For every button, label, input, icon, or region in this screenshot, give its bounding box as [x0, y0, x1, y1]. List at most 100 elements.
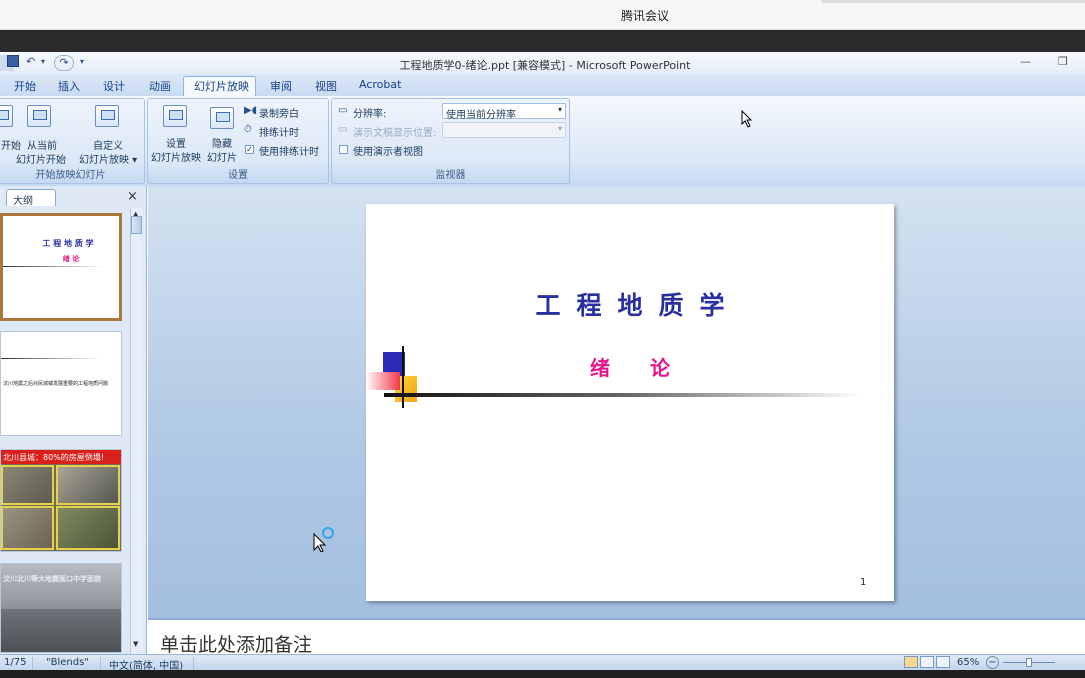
slide-subtitle[interactable]: 绪论	[366, 352, 894, 381]
earthquake-photo	[1, 465, 54, 505]
group-setup: 设置 幻灯片放映 隐藏 幻灯片 ▶◖ 录制旁白 ⏱ 排练计时 ✓ 使用排练计时 …	[147, 98, 329, 184]
group-start-slide-show: 开始 从当前 幻灯片开始 自定义 幻灯片放映 ▾ 开始放映幻灯片	[0, 98, 145, 184]
record-narration-button[interactable]: 录制旁白	[259, 105, 299, 120]
zoom-slider-knob[interactable]	[1026, 658, 1032, 667]
ribbon-tab-bar: 开始 插入 设计 动画 幻灯片放映 审阅 视图 Acrobat	[0, 74, 1085, 97]
zoom-out-button[interactable]: −	[986, 656, 999, 669]
custom-slideshow-icon	[95, 105, 119, 127]
close-icon[interactable]: ×	[127, 189, 138, 204]
slide-thumbnail-2[interactable]: 汶川地震之后对民城镇发展重要的工程地质问题	[0, 331, 122, 436]
thumb-1-rule	[3, 266, 103, 267]
hide-slide-icon	[210, 107, 234, 129]
resolution-label: 分辨率:	[353, 109, 387, 120]
slide-thumbnail-3[interactable]: 北川县城：80%的房屋倒塌!	[0, 449, 122, 552]
earthquake-photo	[56, 465, 120, 505]
group-monitors: ▭ 分辨率: 使用当前分辨率 ▾ ▭ 演示文稿显示位置: ▾ 使用演示者视图 监…	[331, 98, 570, 184]
from-beginning-button[interactable]: 开始	[1, 137, 21, 152]
slideshow-from-current-icon	[27, 105, 51, 127]
tab-design[interactable]: 设计	[103, 78, 125, 94]
slide-thumbnail-1[interactable]: 工 程 地 质 学 绪 论	[0, 213, 122, 321]
minimize-button[interactable]: —	[1020, 55, 1031, 68]
slide-number: 1	[860, 577, 867, 588]
use-timings-checkbox[interactable]: ✓	[245, 145, 254, 154]
record-narration-icon: ▶◖	[244, 105, 257, 116]
show-on-icon: ▭	[338, 124, 348, 135]
meeting-toolbar-strip	[0, 30, 1085, 52]
mouse-cursor-icon	[741, 110, 753, 128]
status-separator	[32, 657, 33, 669]
notes-placeholder[interactable]: 单击此处添加备注	[160, 630, 312, 657]
tab-review[interactable]: 审阅	[270, 78, 292, 94]
group-label-start: 开始放映幻灯片	[35, 170, 106, 181]
setup-slideshow-icon	[163, 105, 187, 127]
custom-show-label-1[interactable]: 自定义	[93, 137, 123, 152]
status-separator	[100, 657, 101, 669]
status-separator	[193, 657, 194, 669]
slide-1[interactable]: 工程地质学 绪论 1	[366, 204, 894, 601]
scroll-down-icon[interactable]: ▼	[133, 640, 138, 648]
scrollbar-thumb[interactable]	[131, 216, 142, 234]
decor-red-fade	[366, 372, 400, 390]
zoom-level[interactable]: 65%	[957, 657, 979, 668]
rehearse-timings-button[interactable]: 排练计时	[259, 124, 299, 139]
normal-view-icon[interactable]	[904, 656, 918, 668]
decor-horizontal-rule	[384, 393, 864, 397]
window-title-bar: ↶ ▾ ↷ ▾ 工程地质学0-绪论.ppt [兼容模式] - Microsoft…	[0, 52, 1085, 74]
tab-animations[interactable]: 动画	[149, 78, 171, 94]
slides-pane-scrollbar[interactable]: ▲ ▼	[130, 208, 143, 654]
pane-tab-strip: 大纲 ×	[0, 189, 143, 207]
use-timings-label: 使用排练计时	[259, 147, 319, 158]
earthquake-photo	[56, 506, 120, 550]
theme-name: "Blends"	[46, 657, 89, 668]
setup-label-2[interactable]: 幻灯片放映	[151, 149, 201, 164]
chevron-down-icon: ▾	[557, 105, 562, 114]
chevron-down-icon: ▾	[557, 124, 562, 133]
slideshow-view-icon[interactable]	[936, 656, 950, 668]
taskbar-edge	[0, 670, 1085, 678]
rehearse-timings-icon: ⏱	[244, 124, 252, 135]
hide-slide-label-2[interactable]: 幻灯片	[207, 149, 237, 164]
ribbon: 开始 从当前 幻灯片开始 自定义 幻灯片放映 ▾ 开始放映幻灯片 设置 幻灯片放…	[0, 96, 1085, 186]
hide-slide-label-1[interactable]: 隐藏	[212, 135, 232, 150]
tab-outline[interactable]: 大纲	[6, 189, 56, 207]
from-current-label-2[interactable]: 幻灯片开始	[16, 151, 66, 166]
slide-sorter-view-icon[interactable]	[920, 656, 934, 668]
document-title: 工程地质学0-绪论.ppt [兼容模式] - Microsoft PowerPo…	[399, 59, 691, 72]
group-label-monitors: 监视器	[435, 170, 466, 181]
slide-title[interactable]: 工程地质学	[366, 286, 894, 322]
resolution-select[interactable]: 使用当前分辨率 ▾	[442, 103, 566, 121]
tab-insert[interactable]: 插入	[58, 78, 80, 94]
meeting-panel-edge	[822, 0, 1085, 3]
resolution-icon: ▭	[338, 105, 348, 116]
tab-acrobat[interactable]: Acrobat	[359, 78, 401, 91]
slide-thumbnail-4[interactable]: 汶川北川等大地震面口中学面貌	[0, 563, 122, 653]
custom-show-label-2[interactable]: 幻灯片放映 ▾	[79, 151, 137, 166]
thumb-1-subtitle: 绪 论	[62, 254, 80, 263]
group-label-setup: 设置	[228, 170, 248, 181]
presenter-view-checkbox[interactable]	[339, 145, 348, 154]
notes-pane[interactable]: 单击此处添加备注	[148, 618, 1085, 657]
tab-home[interactable]: 开始	[14, 78, 36, 94]
slide-position: 1/75	[4, 657, 27, 668]
from-current-label-1[interactable]: 从当前	[27, 137, 57, 152]
presenter-view-label: 使用演示者视图	[353, 147, 423, 158]
meeting-app-title: 腾讯会议	[620, 9, 669, 23]
slideshow-from-beginning-icon	[0, 105, 13, 127]
thumb-3-caption: 北川县城：80%的房屋倒塌!	[3, 453, 104, 462]
resolution-value: 使用当前分辨率	[446, 110, 516, 121]
thumb-2-text: 汶川地震之后对民城镇发展重要的工程地质问题	[3, 381, 109, 387]
show-on-label: 演示文稿显示位置:	[353, 128, 437, 139]
decor-vertical-line	[402, 346, 404, 408]
tab-slide-show[interactable]: 幻灯片放映	[194, 78, 249, 94]
setup-label-1[interactable]: 设置	[166, 135, 186, 150]
thumb-1-title: 工 程 地 质 学	[42, 238, 94, 248]
busy-cursor-icon	[313, 527, 334, 552]
thumb-4-caption: 汶川北川等大地震面口中学面貌	[3, 575, 101, 583]
tab-view[interactable]: 视图	[315, 78, 337, 94]
thumb-2-rule	[1, 358, 101, 359]
restore-button[interactable]: ❐	[1058, 55, 1068, 68]
show-on-select[interactable]: ▾	[442, 122, 566, 138]
status-bar: 1/75 "Blends" 中文(简体, 中国) 65% −	[0, 654, 1085, 672]
earthquake-photo	[1, 506, 54, 550]
crowd-photo	[1, 609, 121, 652]
